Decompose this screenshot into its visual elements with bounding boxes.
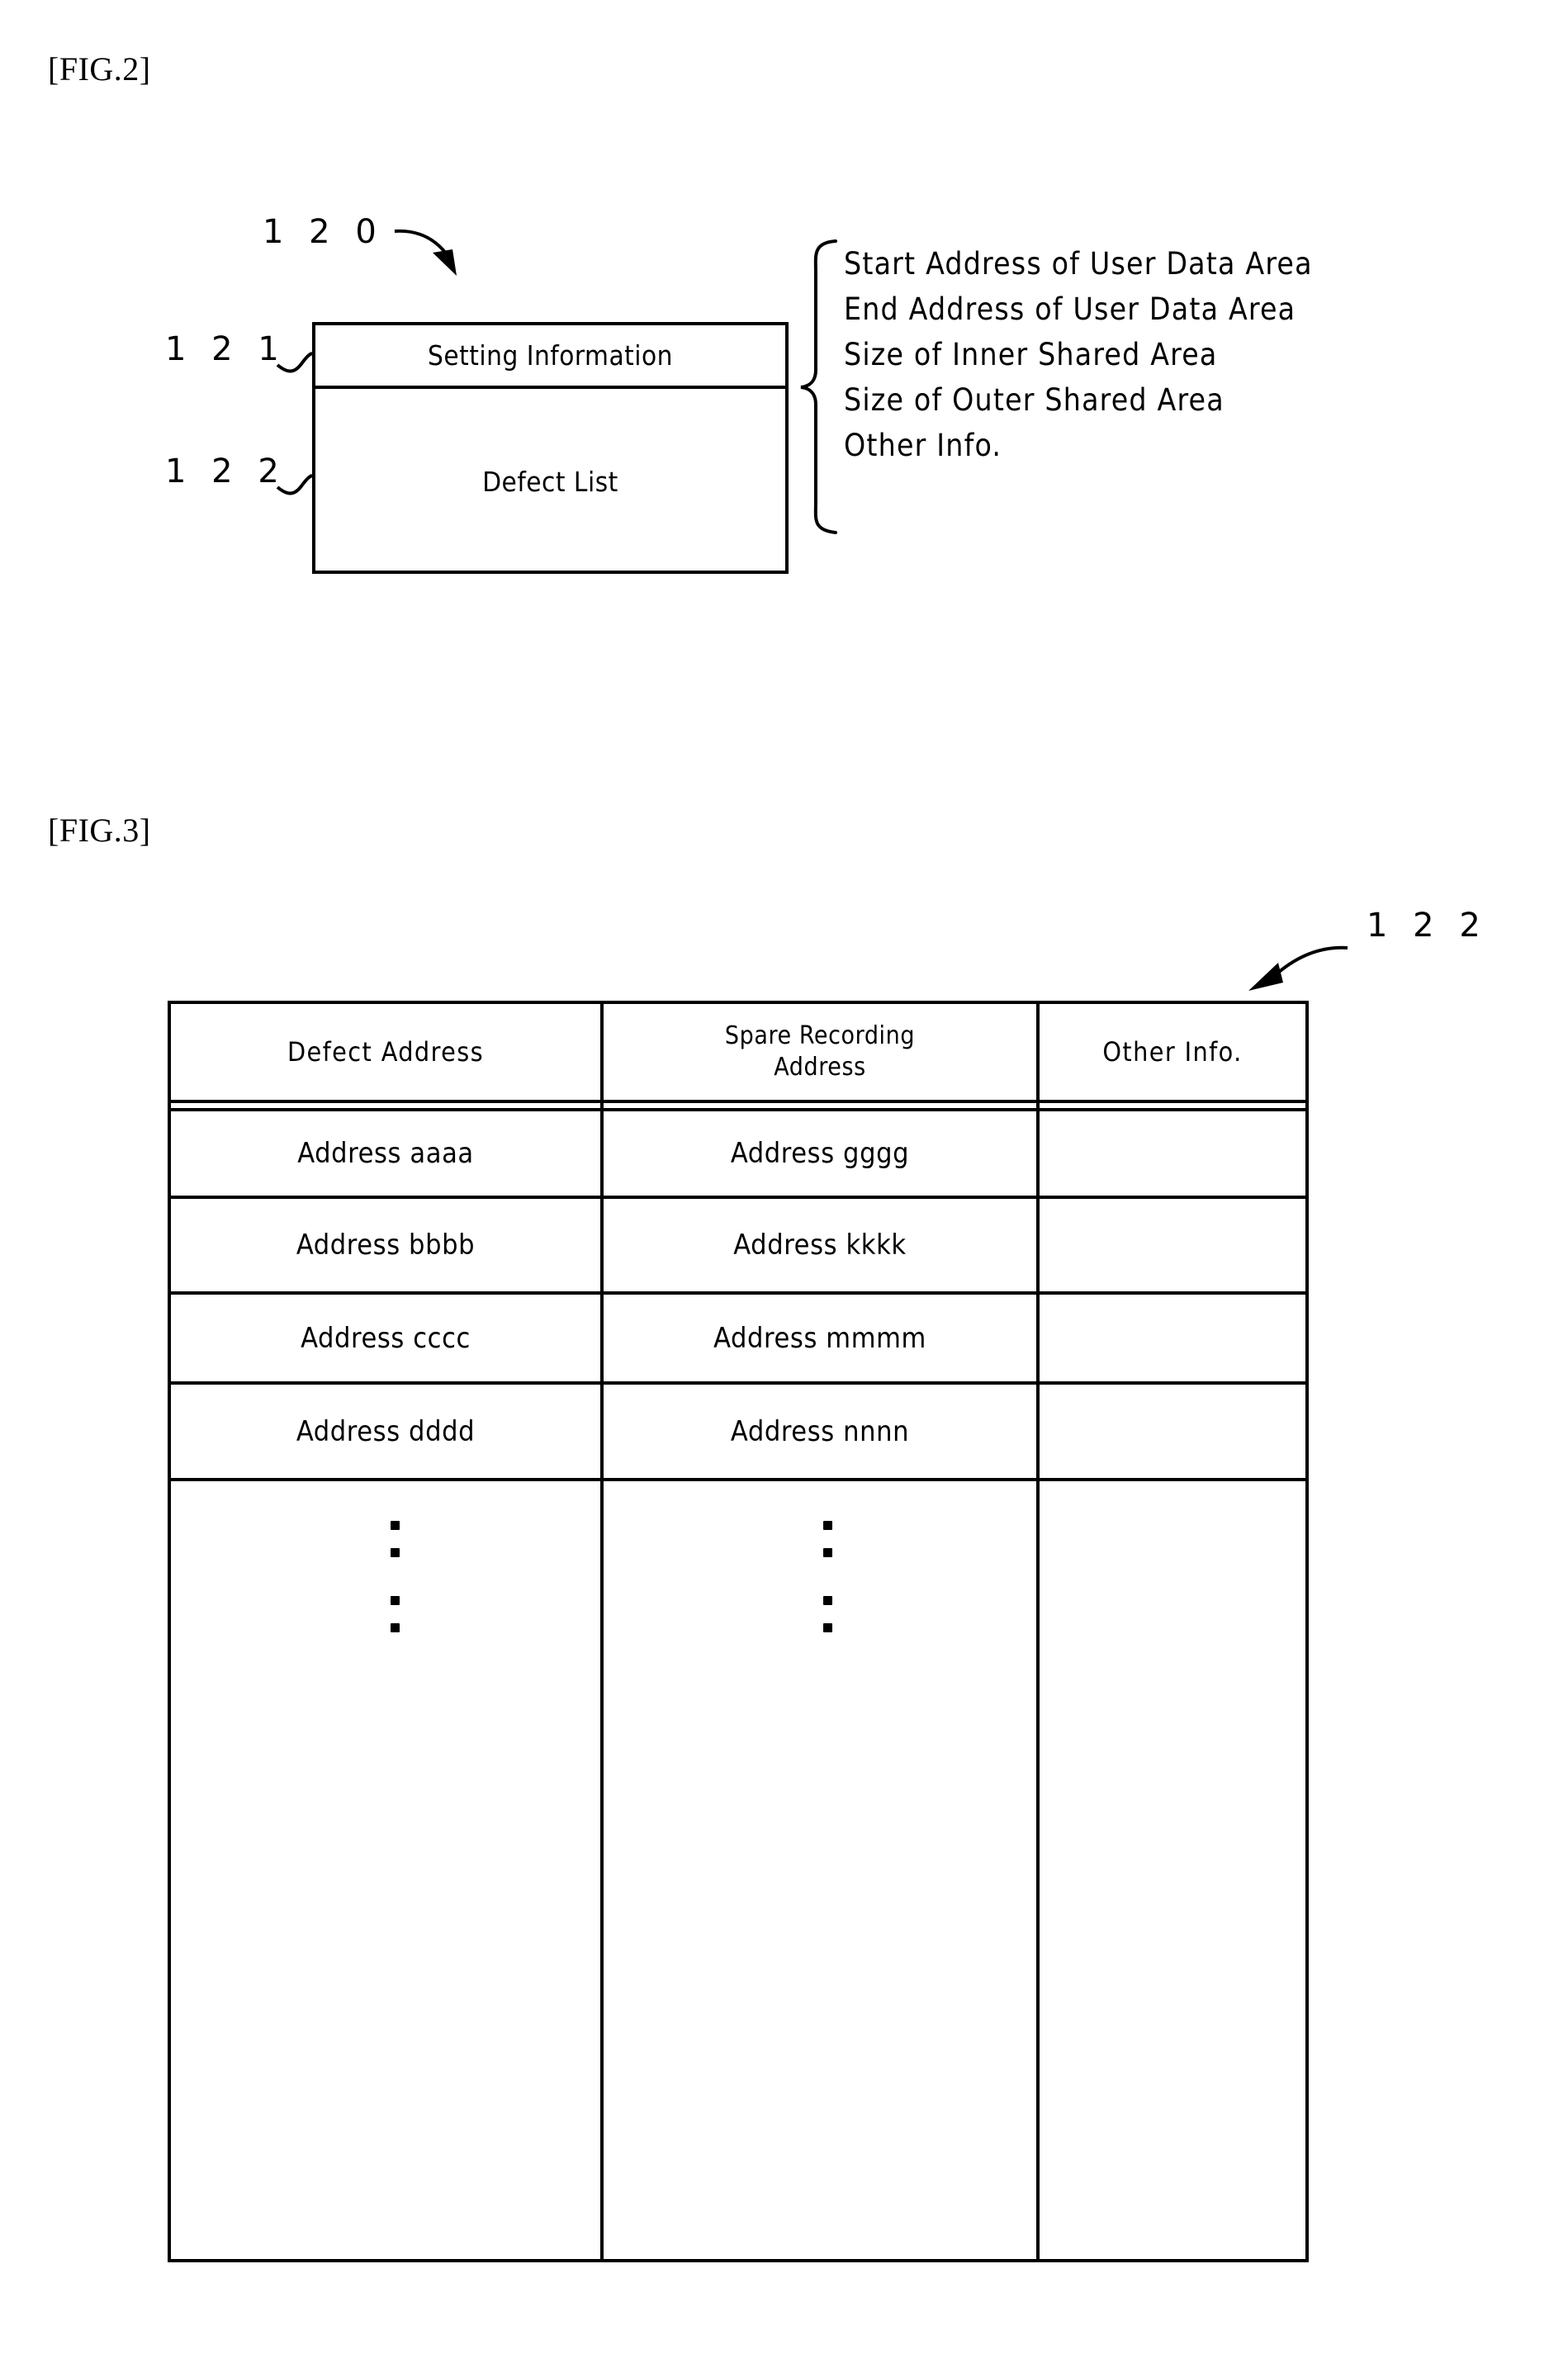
ellipsis-dot (823, 1521, 832, 1530)
table-cell-defect-address: Address aaaa (171, 1111, 600, 1196)
table-cell-spare-recording-address: Address gggg (604, 1111, 1036, 1196)
table-header-cell-defect-address: Defect Address (171, 1004, 600, 1100)
table-cell-value: Address dddd (296, 1414, 476, 1448)
ellipsis-dot (823, 1623, 832, 1632)
table-cell-other-info (1040, 1111, 1305, 1196)
defect-list-table: Defect Address Spare Recording Address O… (168, 1001, 1309, 2262)
figure-3-caption: [FIG.3] (48, 812, 151, 849)
table-cell-value: Address nnnn (730, 1414, 910, 1448)
table-row-divider-4 (171, 1478, 1305, 1481)
table-cell-value: Address bbbb (296, 1229, 476, 1262)
table-cell-defect-address: Address cccc (171, 1295, 600, 1381)
table-header-cell-other-info: Other Info. (1040, 1004, 1305, 1100)
table-cell-value: Address mmmm (713, 1321, 926, 1355)
arrowhead-122-fig3 (1248, 963, 1283, 991)
table-cell-other-info (1040, 1199, 1305, 1291)
ellipsis-dot (391, 1623, 400, 1632)
table-cell-spare-recording-address: Address kkkk (604, 1199, 1036, 1291)
table-cell-value: Address gggg (730, 1137, 910, 1170)
table-cell-spare-recording-address: Address nnnn (604, 1385, 1036, 1478)
vertical-ellipsis-defect-address (391, 1521, 402, 1650)
ellipsis-dot (391, 1596, 400, 1605)
ellipsis-dot (823, 1548, 832, 1557)
vertical-ellipsis-spare-recording-address (823, 1521, 835, 1650)
table-cell-value: Address cccc (301, 1321, 471, 1355)
leader-line-122-fig3 (1277, 945, 1348, 974)
table-header-label-other-info: Other Info. (1102, 1036, 1243, 1068)
table-header-rule-upper (171, 1100, 1305, 1103)
table-cell-other-info (1040, 1295, 1305, 1381)
table-cell-value: Address aaaa (297, 1137, 474, 1170)
table-cell-value: Address kkkk (733, 1229, 907, 1262)
table-header-label-defect-address: Defect Address (287, 1036, 485, 1068)
table-cell-other-info (1040, 1385, 1305, 1478)
ellipsis-dot (823, 1596, 832, 1605)
table-header-label-line2: Address (774, 1053, 866, 1082)
table-cell-spare-recording-address: Address mmmm (604, 1295, 1036, 1381)
table-cell-defect-address: Address bbbb (171, 1199, 600, 1291)
table-header-cell-spare-recording-address: Spare Recording Address (604, 1004, 1036, 1100)
table-header-label-spare-recording-address: Spare Recording Address (725, 1021, 915, 1083)
ellipsis-dot (391, 1521, 400, 1530)
reference-numeral-122-fig3: 1 2 2 (1367, 907, 1488, 945)
table-header-label-line1: Spare Recording (724, 1021, 916, 1050)
table-cell-defect-address: Address dddd (171, 1385, 600, 1478)
figure-3: [FIG.3] 1 2 2 Defect Address Spare Recor… (0, 0, 1568, 2368)
ellipsis-dot (391, 1548, 400, 1557)
